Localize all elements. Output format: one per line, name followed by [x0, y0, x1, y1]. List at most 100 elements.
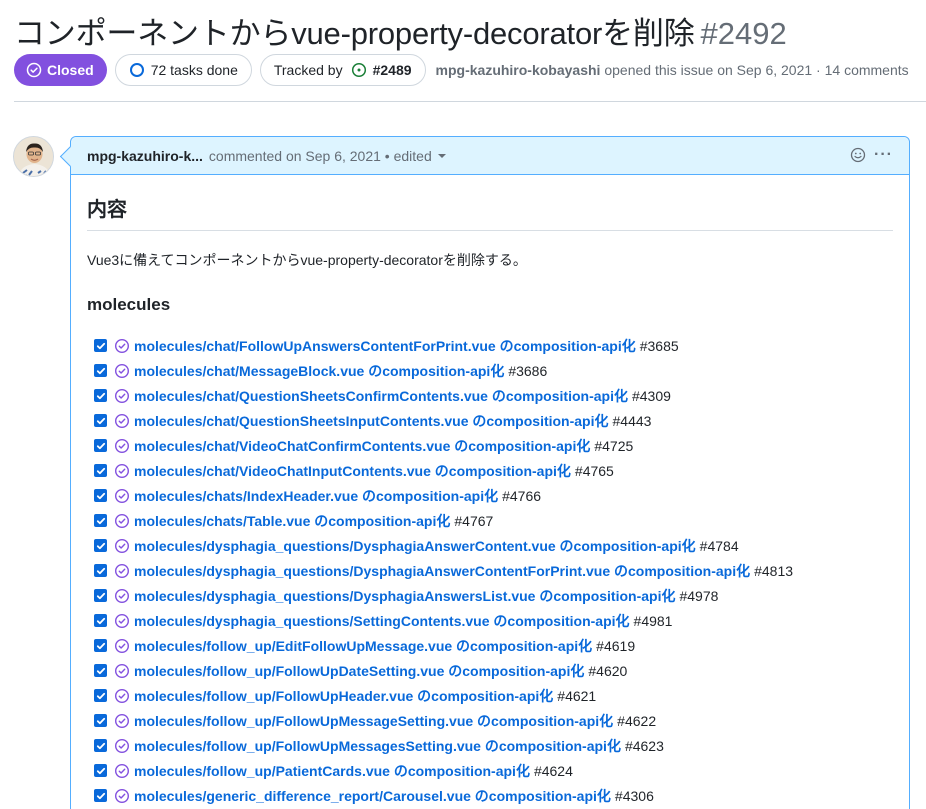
task-issue-ref[interactable]: #4725 — [594, 438, 633, 454]
comment-description: Vue3に備えてコンポーネントからvue-property-decoratorを… — [87, 252, 527, 268]
task-link[interactable]: molecules/chat/QuestionSheetsInputConten… — [134, 411, 609, 431]
task-list-item: molecules/dysphagia_questions/DysphagiaA… — [87, 583, 893, 608]
task-issue-ref[interactable]: #4981 — [634, 613, 673, 629]
task-link[interactable]: molecules/chats/IndexHeader.vue のcomposi… — [134, 486, 498, 506]
task-link[interactable]: molecules/follow_up/FollowUpMessageSetti… — [134, 711, 613, 731]
checkmark-icon — [96, 617, 105, 624]
task-issue-ref[interactable]: #4784 — [700, 538, 739, 554]
check-circle-icon — [114, 513, 130, 528]
task-issue-ref[interactable]: #4306 — [615, 788, 654, 804]
avatar[interactable] — [13, 136, 54, 177]
checkmark-icon — [96, 342, 105, 349]
task-checkbox[interactable] — [94, 339, 107, 352]
comment-header: mpg-kazuhiro-k... commented on Sep 6, 20… — [71, 137, 909, 175]
task-checkbox[interactable] — [94, 514, 107, 527]
task-checkbox[interactable] — [94, 539, 107, 552]
check-circle-icon — [114, 763, 130, 778]
task-checkbox[interactable] — [94, 789, 107, 802]
task-checkbox[interactable] — [94, 689, 107, 702]
chevron-down-icon[interactable] — [437, 153, 446, 158]
task-link[interactable]: molecules/chat/VideoChatConfirmContents.… — [134, 436, 590, 456]
kebab-icon[interactable]: ··· — [874, 147, 893, 163]
task-link[interactable]: molecules/dysphagia_questions/DysphagiaA… — [134, 561, 750, 581]
task-list-item: molecules/follow_up/FollowUpDateSetting.… — [87, 658, 893, 683]
task-checkbox[interactable] — [94, 714, 107, 727]
task-issue-ref[interactable]: #3685 — [640, 338, 679, 354]
task-checkbox[interactable] — [94, 439, 107, 452]
task-checkbox[interactable] — [94, 614, 107, 627]
task-link[interactable]: molecules/dysphagia_questions/SettingCon… — [134, 611, 630, 631]
task-link[interactable]: molecules/follow_up/FollowUpHeader.vue の… — [134, 686, 553, 706]
check-circle-icon — [114, 538, 130, 553]
task-link[interactable]: molecules/dysphagia_questions/DysphagiaA… — [134, 536, 696, 556]
task-checkbox[interactable] — [94, 639, 107, 652]
task-list-item: molecules/chats/Table.vue のcomposition-a… — [87, 508, 893, 533]
task-checkbox[interactable] — [94, 489, 107, 502]
issue-meta-row: Closed 72 tasks done Tracked by #2489 mp… — [14, 54, 909, 86]
check-circle-icon — [114, 738, 130, 753]
tracked-by-number[interactable]: #2489 — [373, 62, 412, 78]
task-checkbox[interactable] — [94, 414, 107, 427]
checkmark-icon — [96, 642, 105, 649]
task-issue-ref[interactable]: #4309 — [632, 388, 671, 404]
comment-author-link[interactable]: mpg-kazuhiro-k... — [87, 148, 203, 164]
issue-number: #2492 — [700, 16, 787, 51]
checkmark-icon — [96, 492, 105, 499]
task-checkbox[interactable] — [94, 589, 107, 602]
task-issue-ref[interactable]: #4766 — [502, 488, 541, 504]
task-link[interactable]: molecules/chat/QuestionSheetsConfirmCont… — [134, 386, 628, 406]
state-label: Closed — [47, 62, 94, 78]
task-issue-ref[interactable]: #4767 — [454, 513, 493, 529]
checkmark-icon — [96, 592, 105, 599]
task-issue-ref[interactable]: #4765 — [575, 463, 614, 479]
task-link[interactable]: molecules/chat/FollowUpAnswersContentFor… — [134, 336, 636, 356]
task-list-item: molecules/follow_up/FollowUpHeader.vue の… — [87, 683, 893, 708]
task-issue-ref[interactable]: #4621 — [557, 688, 596, 704]
task-link[interactable]: molecules/chat/MessageBlock.vue のcomposi… — [134, 361, 504, 381]
task-checkbox[interactable] — [94, 389, 107, 402]
issue-author-link[interactable]: mpg-kazuhiro-kobayashi — [436, 62, 601, 78]
task-checkbox[interactable] — [94, 564, 107, 577]
task-issue-ref[interactable]: #4620 — [588, 663, 627, 679]
task-issue-ref[interactable]: #4443 — [613, 413, 652, 429]
task-checkbox[interactable] — [94, 739, 107, 752]
check-circle-icon — [114, 713, 130, 728]
task-link[interactable]: molecules/chat/VideoChatInputContents.vu… — [134, 461, 571, 481]
task-issue-ref[interactable]: #4978 — [679, 588, 718, 604]
molecules-heading: molecules — [87, 295, 171, 314]
task-checkbox[interactable] — [94, 764, 107, 777]
task-link[interactable]: molecules/follow_up/FollowUpDateSetting.… — [134, 661, 584, 681]
task-checkbox[interactable] — [94, 364, 107, 377]
task-link[interactable]: molecules/generic_difference_report/Caro… — [134, 786, 611, 806]
task-link[interactable]: molecules/dysphagia_questions/DysphagiaA… — [134, 586, 675, 606]
task-issue-ref[interactable]: #4624 — [534, 763, 573, 779]
smiley-icon[interactable] — [850, 147, 866, 163]
task-issue-ref[interactable]: #4813 — [754, 563, 793, 579]
check-circle-icon — [114, 438, 130, 453]
comment-actions: ··· — [850, 147, 893, 163]
check-circle-icon — [114, 588, 130, 603]
check-circle-icon — [114, 663, 130, 678]
task-checkbox[interactable] — [94, 664, 107, 677]
checkmark-icon — [96, 442, 105, 449]
task-list-item: molecules/chat/VideoChatConfirmContents.… — [87, 433, 893, 458]
task-link[interactable]: molecules/follow_up/FollowUpMessagesSett… — [134, 736, 621, 756]
checkmark-icon — [96, 742, 105, 749]
checkmark-icon — [96, 792, 105, 799]
check-circle-icon — [114, 388, 130, 403]
task-issue-ref[interactable]: #4619 — [596, 638, 635, 654]
checkmark-icon — [96, 692, 105, 699]
task-issue-ref[interactable]: #4622 — [617, 713, 656, 729]
task-issue-ref[interactable]: #3686 — [508, 363, 547, 379]
task-link[interactable]: molecules/chats/Table.vue のcomposition-a… — [134, 511, 450, 531]
task-list-item: molecules/follow_up/FollowUpMessagesSett… — [87, 733, 893, 758]
task-list-item: molecules/chat/FollowUpAnswersContentFor… — [87, 333, 893, 358]
task-link[interactable]: molecules/follow_up/EditFollowUpMessage.… — [134, 636, 592, 656]
task-link[interactable]: molecules/follow_up/PatientCards.vue のco… — [134, 761, 530, 781]
tracked-by-pill[interactable]: Tracked by #2489 — [259, 54, 426, 86]
tasks-done-pill[interactable]: 72 tasks done — [114, 54, 252, 86]
header-divider — [14, 101, 926, 102]
checkmark-icon — [96, 367, 105, 374]
task-checkbox[interactable] — [94, 464, 107, 477]
task-issue-ref[interactable]: #4623 — [625, 738, 664, 754]
